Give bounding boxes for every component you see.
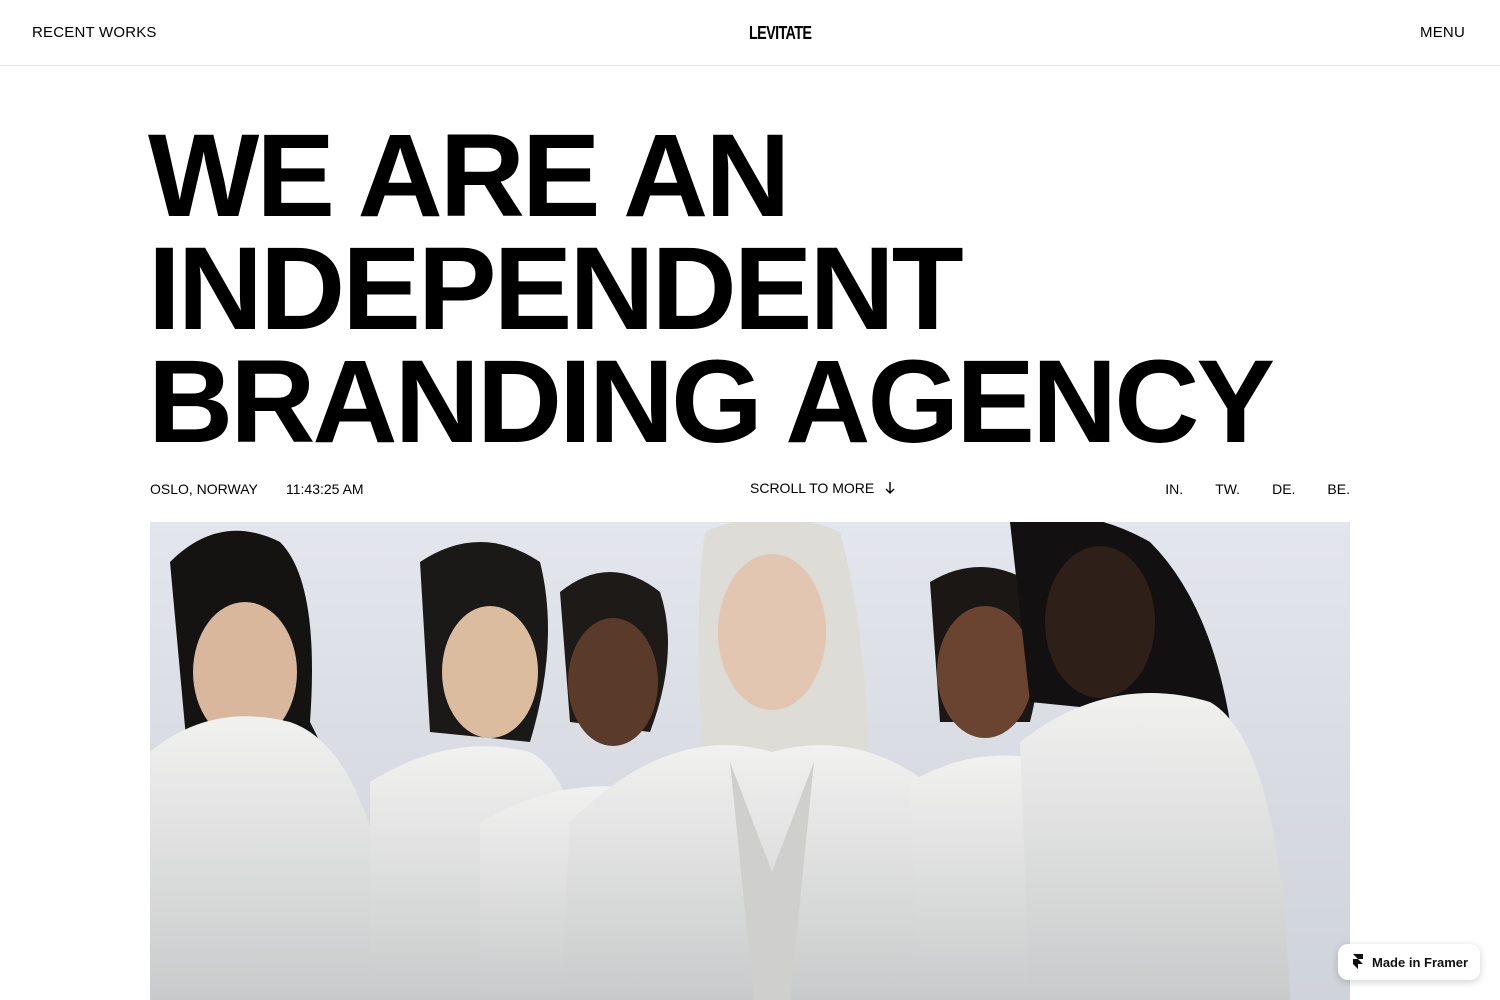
scroll-label: SCROLL TO MORE <box>750 480 875 496</box>
menu-button[interactable]: MENU <box>1420 24 1465 42</box>
scroll-to-more-button[interactable]: SCROLL TO MORE <box>750 479 896 497</box>
social-link-instagram[interactable]: IN. <box>1165 480 1183 498</box>
levitate-logo[interactable]: LEVITATE <box>749 22 812 44</box>
hero-image <box>150 522 1350 1000</box>
framer-icon <box>1353 954 1363 969</box>
editorial-photo <box>150 522 1350 1000</box>
headline-line-3: BRANDING AGENCY <box>148 336 1275 468</box>
social-link-twitter[interactable]: TW. <box>1215 480 1240 498</box>
social-links: IN. TW. DE. BE. <box>1165 480 1350 498</box>
made-in-framer-badge[interactable]: Made in Framer <box>1338 944 1480 980</box>
meta-row: OSLO, NORWAY 11:43:25 AM SCROLL TO MORE … <box>150 480 1350 500</box>
arrow-down-icon <box>885 482 895 494</box>
top-navigation-bar: RECENT WORKS LEVITATE MENU <box>0 0 1500 66</box>
badge-label: Made in Framer <box>1372 954 1469 970</box>
headline-line-1: WE ARE AN <box>148 110 790 242</box>
social-link-behance[interactable]: BE. <box>1327 480 1350 498</box>
recent-works-link[interactable]: RECENT WORKS <box>32 24 157 42</box>
headline-line-2: INDEPENDENT <box>148 223 964 355</box>
location-text: OSLO, NORWAY <box>150 481 258 497</box>
hero-headline: WE ARE AN INDEPENDENT BRANDING AGENCY <box>148 110 1368 468</box>
local-time: 11:43:25 AM <box>286 481 364 497</box>
page: RECENT WORKS LEVITATE MENU WE ARE AN IND… <box>0 0 1500 1000</box>
social-link-dribbble[interactable]: DE. <box>1272 480 1295 498</box>
